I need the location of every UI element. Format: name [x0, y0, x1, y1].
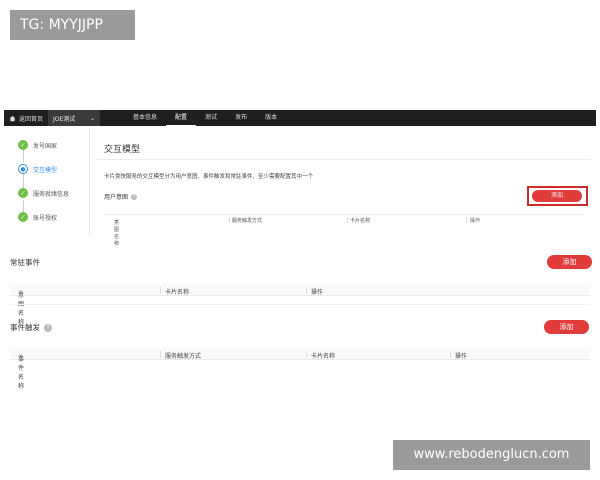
check-icon: ✓ — [18, 188, 28, 198]
description-text: 卡片类快服务的交互模型分为用户意图、事件触发和常驻事件，至少需要配置其中一个 — [104, 174, 314, 180]
column-intent-name[interactable]: 意图名称 ⌄ — [18, 287, 24, 326]
column-separator — [229, 217, 230, 223]
add-resident-event-button[interactable]: 添加 — [547, 255, 592, 269]
column-separator — [347, 217, 348, 223]
divider — [96, 159, 591, 160]
tab-version[interactable]: 版本 — [256, 110, 286, 126]
column-trigger-method: 服务触发方式 — [165, 353, 202, 360]
page-title: 交互模型 — [104, 145, 141, 155]
config-steps-sidebar: ✓ 发号国家 ● 交互模型 ✓ 服务就绪信息 ✓ 账号授权 — [8, 128, 90, 236]
user-intent-table-header: 意图名称 ⌄ 服务触发方式 卡片名称 操作 — [104, 214, 584, 247]
help-icon[interactable]: ? — [44, 323, 52, 332]
section-title: 事件触发 — [10, 323, 40, 332]
column-separator — [160, 351, 161, 358]
tab-publish[interactable]: 发布 — [226, 110, 256, 126]
column-intent-name[interactable]: 意图名称 ⌄ — [114, 217, 119, 247]
add-event-trigger-button[interactable]: 添加 — [544, 320, 589, 334]
watermark-top: TG: MYYJJPP — [10, 10, 135, 40]
tab-basic-info[interactable]: 基本信息 — [124, 110, 166, 126]
interaction-model-panel: 交互模型 卡片类快服务的交互模型分为用户意图、事件触发和常驻事件，至少需要配置其… — [96, 132, 591, 247]
resident-events-title: 常驻事件 — [10, 257, 40, 268]
column-card-name: 卡片名称 — [311, 353, 336, 360]
home-label: 返回首页 — [19, 115, 44, 123]
column-actions: 操作 — [455, 353, 468, 360]
screenshot: TG: MYYJJPP 返回首页 JOE测试 ⌄ 基本信息 配置 测试 发布 版… — [0, 0, 600, 480]
help-icon[interactable]: ? — [131, 193, 138, 200]
column-separator — [466, 217, 467, 223]
step-connector — [23, 200, 24, 212]
section-title: 常驻事件 — [10, 258, 40, 267]
current-step-icon: ● — [18, 164, 28, 174]
home-icon — [9, 115, 16, 121]
column-event-name[interactable]: 事件名称 ⌄ — [18, 351, 24, 390]
step-label: 交互模型 — [33, 166, 58, 174]
tab-test[interactable]: 测试 — [196, 110, 226, 126]
column-separator — [306, 287, 307, 294]
step-service-ready[interactable]: ✓ 服务就绪信息 — [18, 188, 69, 198]
column-trigger-method: 服务触发方式 — [232, 218, 263, 224]
watermark-bottom: www.rebodenglucn.com — [393, 440, 590, 470]
column-separator — [306, 351, 307, 358]
user-intent-heading: 用户意图 ? — [104, 192, 138, 201]
check-icon: ✓ — [18, 212, 28, 222]
chevron-down-icon: ⌄ — [89, 114, 96, 122]
home-link[interactable]: 返回首页 — [4, 110, 48, 126]
step-label: 发号国家 — [33, 142, 58, 150]
top-nav-bar: 返回首页 JOE测试 ⌄ 基本信息 配置 测试 发布 版本 — [4, 110, 596, 126]
step-account-auth[interactable]: ✓ 账号授权 — [18, 212, 57, 222]
column-separator — [450, 351, 451, 358]
step-label: 账号授权 — [33, 214, 58, 222]
project-selector[interactable]: JOE测试 ⌄ — [48, 110, 101, 126]
step-country[interactable]: ✓ 发号国家 — [18, 140, 57, 150]
step-label: 服务就绪信息 — [33, 190, 70, 198]
column-actions: 操作 — [470, 218, 481, 224]
column-actions: 操作 — [311, 289, 324, 296]
divider — [10, 304, 590, 305]
step-connector — [23, 174, 24, 188]
column-card-name: 卡片名称 — [165, 289, 190, 296]
resident-events-table-header: 意图名称 ⌄ 卡片名称 操作 — [10, 284, 590, 326]
tab-config[interactable]: 配置 — [166, 110, 197, 126]
check-icon: ✓ — [18, 140, 28, 150]
project-name: JOE测试 — [53, 115, 76, 123]
column-card-name: 卡片名称 — [350, 218, 371, 224]
event-trigger-table-header: 事件名称 ⌄ 服务触发方式 卡片名称 操作 — [10, 348, 590, 390]
event-trigger-title: 事件触发 ? — [10, 322, 52, 333]
top-tabs: 基本信息 配置 测试 发布 版本 — [124, 110, 286, 126]
user-intent-label: 用户意图 — [104, 194, 129, 201]
step-connector — [23, 150, 24, 162]
add-user-intent-button[interactable]: 添加 — [532, 190, 582, 202]
column-separator — [160, 287, 161, 294]
step-interaction-model[interactable]: ● 交互模型 — [18, 164, 57, 174]
